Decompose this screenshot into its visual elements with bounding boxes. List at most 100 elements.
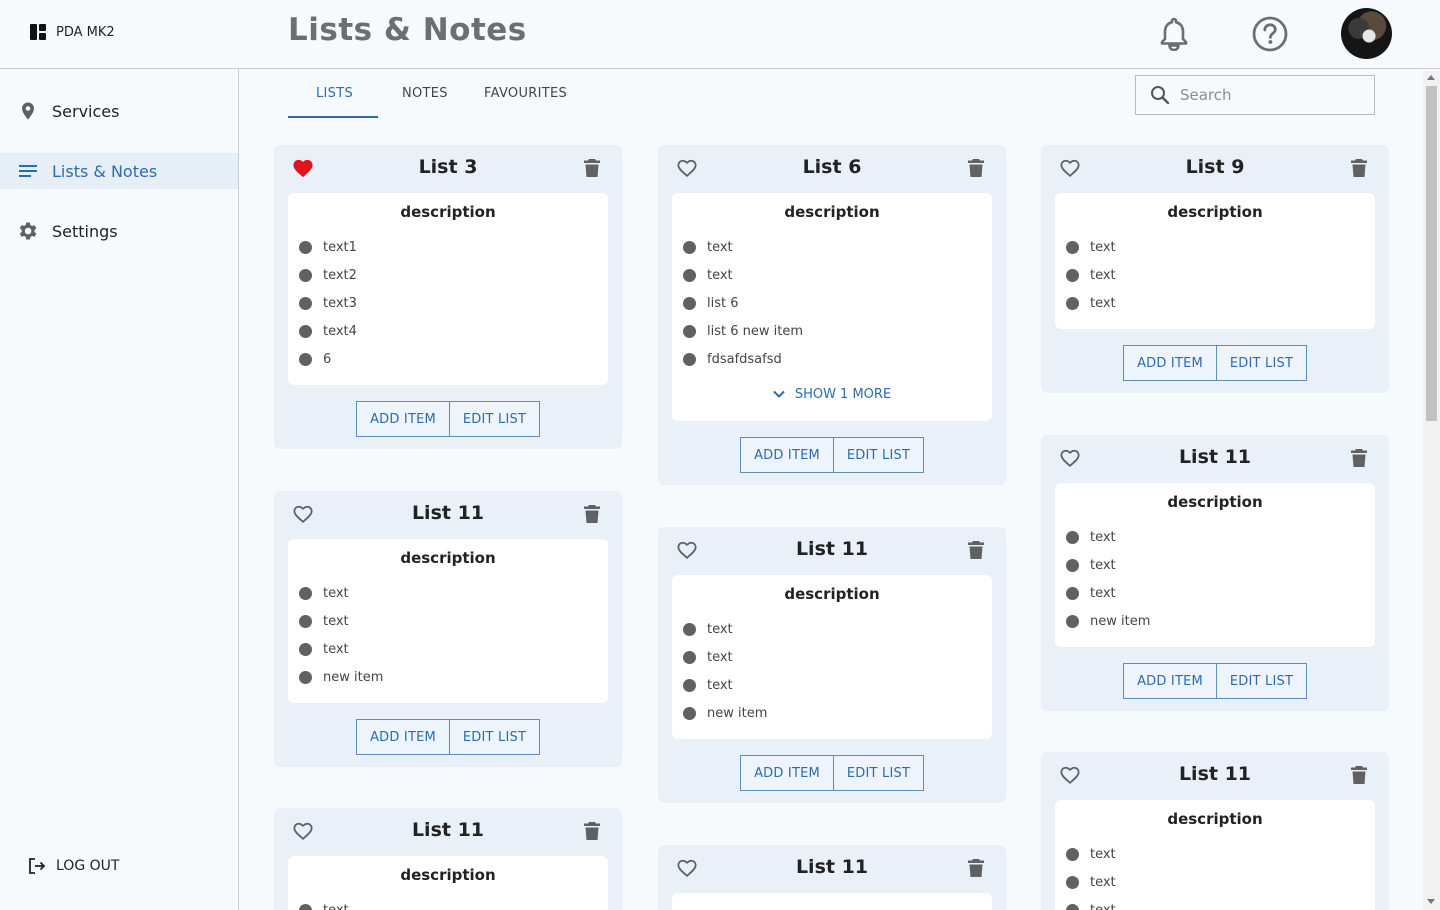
add-item-button[interactable]: ADD ITEM	[1123, 345, 1217, 381]
bullet	[1066, 847, 1079, 861]
list-item[interactable]: text	[288, 896, 608, 910]
page-scrollbar[interactable]	[1423, 71, 1440, 910]
list-item[interactable]: text	[288, 635, 608, 663]
list-item[interactable]: text	[1055, 551, 1375, 579]
card-description: description	[784, 203, 880, 221]
list-item[interactable]: text	[1055, 896, 1375, 910]
edit-list-button[interactable]: EDIT LIST	[834, 755, 924, 791]
card-body: description text	[288, 856, 608, 910]
tab-favourites[interactable]: FAVOURITES	[484, 86, 567, 101]
card-description: description	[1167, 810, 1263, 828]
list-item[interactable]: text	[672, 233, 992, 261]
add-item-button[interactable]: ADD ITEM	[356, 719, 450, 755]
list-item[interactable]: text	[1055, 868, 1375, 896]
sidebar-item-services[interactable]: Services	[0, 93, 238, 129]
edit-list-button[interactable]: EDIT LIST	[450, 719, 540, 755]
logout-icon	[29, 858, 46, 874]
list-card: List 9 description text text text ADD IT…	[1041, 145, 1389, 393]
list-item[interactable]: text	[288, 579, 608, 607]
trash-icon[interactable]	[968, 858, 984, 878]
add-item-button[interactable]: ADD ITEM	[1123, 663, 1217, 699]
bullet	[1066, 296, 1079, 310]
list-item-text: text	[1090, 846, 1116, 862]
add-item-button[interactable]: ADD ITEM	[740, 755, 834, 791]
brand-logo-icon	[30, 24, 46, 40]
list-item[interactable]: text	[1055, 840, 1375, 868]
list-item[interactable]: text	[1055, 579, 1375, 607]
edit-list-button[interactable]: EDIT LIST	[1217, 663, 1307, 699]
page-title: Lists & Notes	[288, 12, 527, 48]
list-item[interactable]: fdsafdsafsd	[672, 345, 992, 373]
trash-icon[interactable]	[1351, 448, 1367, 468]
edit-list-button[interactable]: EDIT LIST	[450, 401, 540, 437]
edit-list-button[interactable]: EDIT LIST	[834, 437, 924, 473]
list-item[interactable]: text3	[288, 289, 608, 317]
card-body: description text text text	[1055, 193, 1375, 329]
list-item[interactable]: text	[672, 671, 992, 699]
active-tab-indicator	[288, 116, 378, 118]
bullet	[1066, 268, 1079, 282]
sidebar-item-lists-notes[interactable]: Lists & Notes	[0, 153, 238, 189]
list-item[interactable]: list 6 new item	[672, 317, 992, 345]
list-item-text: new item	[707, 705, 768, 721]
add-item-button[interactable]: ADD ITEM	[740, 437, 834, 473]
add-item-button[interactable]: ADD ITEM	[356, 401, 450, 437]
card-description: description	[1167, 203, 1263, 221]
notification-bell-icon[interactable]	[1156, 15, 1192, 51]
bullet	[683, 296, 696, 310]
trash-icon[interactable]	[584, 504, 600, 524]
list-item[interactable]: text	[1055, 261, 1375, 289]
list-item[interactable]: new item	[288, 663, 608, 691]
list-item[interactable]: text	[1055, 523, 1375, 551]
edit-list-button[interactable]: EDIT LIST	[1217, 345, 1307, 381]
bullet	[299, 352, 312, 366]
list-item-text: text	[707, 677, 733, 693]
trash-icon[interactable]	[1351, 765, 1367, 785]
trash-icon[interactable]	[1351, 158, 1367, 178]
scroll-up-icon[interactable]	[1427, 75, 1435, 80]
list-item[interactable]: text	[672, 615, 992, 643]
list-item-text: text	[1090, 902, 1116, 910]
card-title: List 11	[795, 856, 869, 878]
card-description: description	[400, 203, 496, 221]
scroll-down-icon[interactable]	[1427, 899, 1435, 904]
list-item-text: fdsafdsafsd	[707, 351, 782, 367]
sidebar-item-label: Settings	[52, 221, 118, 241]
list-item[interactable]: text2	[288, 261, 608, 289]
list-card: List 11 description text text text new i…	[1041, 435, 1389, 711]
tab-lists[interactable]: LISTS	[316, 86, 353, 101]
tab-notes[interactable]: NOTES	[402, 86, 448, 101]
list-item[interactable]: 6	[288, 345, 608, 373]
list-item[interactable]: text	[672, 261, 992, 289]
list-item-text: 6	[323, 351, 332, 367]
list-item[interactable]: text	[288, 607, 608, 635]
list-item-text: text	[1090, 239, 1116, 255]
list-item[interactable]: list 6	[672, 289, 992, 317]
help-icon[interactable]	[1251, 15, 1289, 53]
list-item[interactable]: text4	[288, 317, 608, 345]
logout-button[interactable]: LOG OUT	[28, 857, 119, 875]
search-input[interactable]	[1180, 86, 1360, 104]
list-item-text: text	[707, 239, 733, 255]
list-item[interactable]: new item	[672, 699, 992, 727]
list-item-text: text	[1090, 874, 1116, 890]
trash-icon[interactable]	[584, 158, 600, 178]
trash-icon[interactable]	[968, 158, 984, 178]
sidebar-item-settings[interactable]: Settings	[0, 213, 238, 249]
search-box[interactable]	[1135, 75, 1375, 115]
trash-icon[interactable]	[968, 540, 984, 560]
trash-icon[interactable]	[584, 821, 600, 841]
list-item[interactable]: text	[1055, 289, 1375, 317]
list-item-text: text	[323, 613, 349, 629]
card-title: List 6	[802, 156, 862, 178]
brand[interactable]: PDA MK2	[30, 24, 115, 40]
show-more-button[interactable]: SHOW 1 MORE	[672, 379, 992, 409]
scrollbar-thumb[interactable]	[1426, 86, 1437, 421]
card-title: List 3	[418, 156, 478, 178]
list-item[interactable]: text	[1055, 233, 1375, 261]
list-card: List 11 description text text text	[1041, 752, 1389, 910]
list-item[interactable]: text1	[288, 233, 608, 261]
list-item[interactable]: text	[672, 643, 992, 671]
user-avatar[interactable]	[1341, 8, 1392, 59]
list-item[interactable]: new item	[1055, 607, 1375, 635]
